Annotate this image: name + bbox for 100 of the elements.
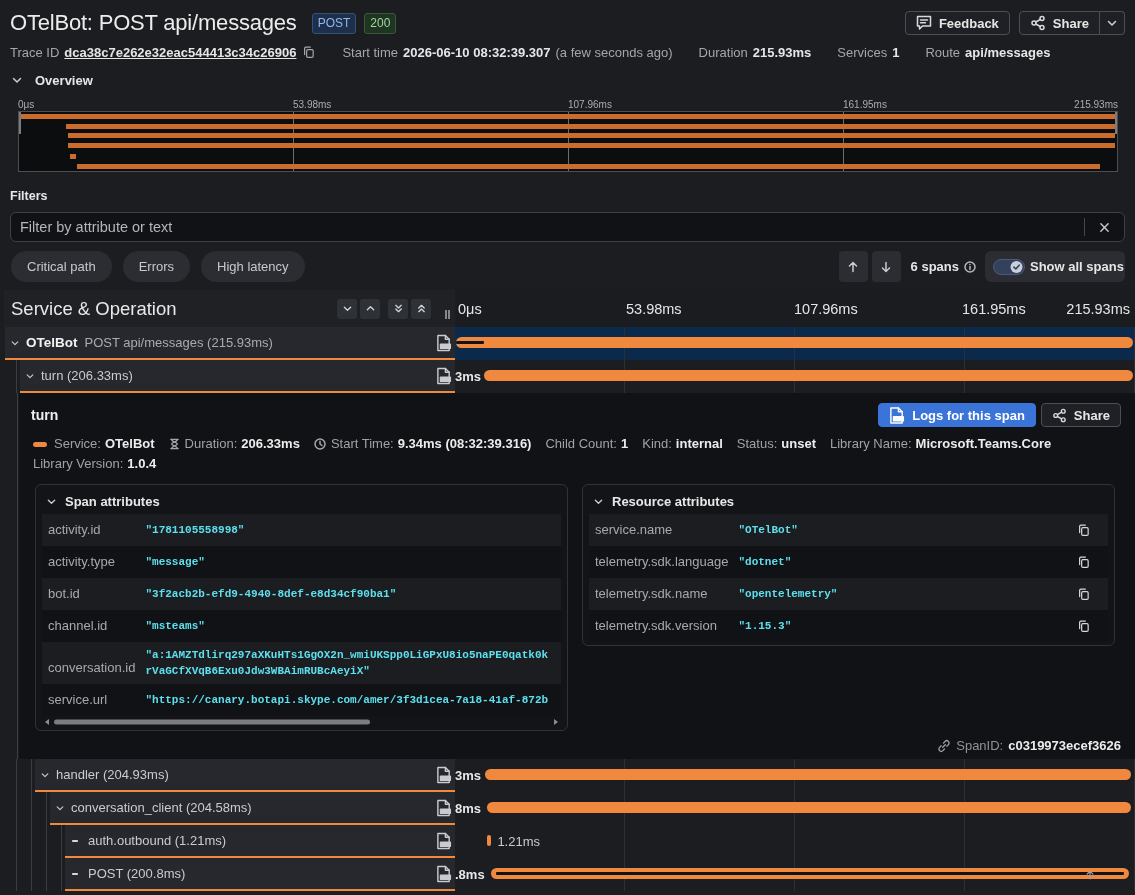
- logs-button[interactable]: Logs for this span: [878, 403, 1036, 427]
- overview-toggle[interactable]: Overview: [10, 68, 93, 92]
- share-icon: [1029, 15, 1046, 31]
- service-name: OTelBot: [26, 335, 78, 350]
- span-timeline[interactable]: 3ms: [455, 759, 1135, 792]
- service-swatch-icon: [33, 441, 47, 447]
- chevron-down-icon[interactable]: [26, 371, 34, 380]
- attribute-value: "dotnet": [738, 555, 793, 570]
- show-all-spans-toggle[interactable]: Show all spans: [985, 251, 1125, 282]
- attribute-value: "1781105558998": [145, 523, 246, 538]
- trace-info-value: api/messages: [965, 44, 1051, 60]
- scroll-up-icon[interactable]: [1085, 870, 1095, 880]
- detail-label: Library Name:: [829, 436, 912, 452]
- chevron-down-icon[interactable]: [11, 338, 19, 347]
- overview-tick-label: 161.95ms: [843, 99, 887, 111]
- timeline-tick-label: 215.93ms: [1066, 300, 1130, 317]
- copy-icon[interactable]: [1078, 523, 1091, 537]
- span-operation: POST api/messages (215.93ms): [84, 335, 273, 350]
- resize-handle-icon[interactable]: [445, 310, 450, 319]
- overview-tick-label: 215.93ms: [1074, 99, 1118, 111]
- log-file-icon[interactable]: [436, 366, 452, 385]
- span-bar[interactable]: [491, 868, 1129, 879]
- share-button[interactable]: Share: [1040, 403, 1121, 427]
- span-row[interactable]: handler (204.93ms): [35, 759, 455, 792]
- attribute-key: service.name: [589, 514, 739, 546]
- filter-input[interactable]: Filter by attribute or text: [10, 212, 1125, 242]
- share-button[interactable]: Share: [1018, 11, 1100, 35]
- span-row[interactable]: auth.outbound (1.21ms): [65, 825, 455, 858]
- arrow-up-icon: [847, 260, 860, 273]
- log-file-icon[interactable]: [436, 798, 452, 817]
- attributes-toggle[interactable]: Resource attributes: [589, 491, 740, 511]
- overview-tick-label: 0μs: [18, 99, 35, 111]
- log-file-icon[interactable]: [436, 864, 452, 883]
- collapse-all-button[interactable]: [411, 298, 431, 319]
- span-operation: handler (204.93ms): [56, 767, 169, 782]
- attributes-toggle[interactable]: Span attributes: [42, 491, 165, 511]
- trace-id-link[interactable]: dca38c7e262e32eac544413c34c26906: [64, 44, 297, 60]
- trace-info-value: 1: [892, 44, 900, 60]
- timeline-tick-label: 161.95ms: [962, 300, 1026, 317]
- span-timeline[interactable]: 8ms: [455, 792, 1135, 825]
- span-row[interactable]: conversation_client (204.58ms): [50, 792, 455, 825]
- overview-tick-label: 53.98ms: [293, 99, 332, 111]
- range-handle[interactable]: [1115, 112, 1117, 134]
- chevron-down-icon[interactable]: [56, 803, 64, 812]
- attribute-key: conversation.id: [42, 642, 146, 684]
- close-icon: [1099, 221, 1110, 233]
- arrow-down-icon: [880, 260, 893, 273]
- span-row[interactable]: POST (200.8ms): [65, 858, 455, 891]
- attribute-key: telemetry.sdk.language: [589, 546, 739, 578]
- attribute-value: "1.15.3": [738, 619, 793, 634]
- trace-info-label: Route: [925, 44, 961, 60]
- detail-label: Kind:: [642, 436, 672, 452]
- chevron-down-icon[interactable]: [41, 770, 49, 779]
- detail-value: OTelBot: [104, 436, 155, 452]
- chevron-up-icon: [365, 304, 375, 313]
- detail-value: 1.0.4: [127, 456, 157, 472]
- copy-icon[interactable]: [303, 45, 317, 59]
- span-row[interactable]: OTelBot POST api/messages (215.93ms): [5, 327, 455, 360]
- filter-chip[interactable]: Errors: [122, 251, 191, 282]
- copy-icon[interactable]: [1078, 555, 1091, 569]
- log-file-icon[interactable]: [436, 765, 452, 784]
- span-duration-label: 8ms: [455, 801, 482, 816]
- attribute-key: telemetry.sdk.version: [589, 610, 739, 642]
- span-row[interactable]: turn (206.33ms): [20, 360, 455, 393]
- span-timeline[interactable]: .8ms: [455, 858, 1135, 891]
- previous-span-button[interactable]: [838, 251, 868, 282]
- collapse-button[interactable]: [360, 298, 380, 319]
- range-handle[interactable]: [19, 112, 21, 134]
- menu-button[interactable]: [1100, 11, 1125, 35]
- span-duration-label: .8ms: [455, 867, 485, 882]
- detail-label: Library Version:: [33, 456, 124, 472]
- filter-chip[interactable]: Critical path: [11, 251, 112, 282]
- expand-button[interactable]: [337, 298, 357, 319]
- filter-chip[interactable]: High latency: [201, 251, 305, 282]
- column-title: Service & Operation: [11, 297, 177, 320]
- span-timeline[interactable]: 3ms: [455, 360, 1135, 393]
- copy-icon[interactable]: [1078, 587, 1091, 601]
- detail-label: Start Time:: [330, 436, 394, 452]
- span-operation: POST (200.8ms): [88, 866, 186, 881]
- span-bar[interactable]: [486, 835, 492, 846]
- copy-icon[interactable]: [1078, 619, 1091, 633]
- detail-label: Child Count:: [545, 436, 617, 452]
- next-span-button[interactable]: [871, 251, 901, 282]
- feedback-button[interactable]: Feedback: [904, 11, 1010, 35]
- attribute-value: "a:1AMZTdlirq297aXKuHTs1GgOX2n_wmiUKSpp0LiGPxU8io5naPE0qatk0krVaGCfXVqB6Exu0Jdw3WBAimRUBcAeyiX": [145, 648, 549, 679]
- trace-info-value: 215.93ms: [752, 44, 812, 60]
- expand-all-button[interactable]: [388, 298, 408, 319]
- span-count: 6 spans: [910, 259, 959, 274]
- attribute-key: telemetry.sdk.name: [589, 578, 739, 610]
- chevron-down-icon: [342, 304, 352, 313]
- trace-info-label: Duration: [698, 44, 748, 60]
- detail-value: 9.34ms (08:32:39.316): [397, 436, 532, 452]
- span-timeline[interactable]: [455, 327, 1135, 360]
- log-file-icon[interactable]: [436, 333, 452, 352]
- clock-icon: [313, 438, 326, 450]
- detail-label: Status:: [736, 436, 778, 452]
- attribute-key: activity.id: [42, 514, 146, 546]
- hourglass-icon: [168, 438, 180, 450]
- log-file-icon[interactable]: [436, 831, 452, 850]
- info-icon[interactable]: [964, 260, 976, 273]
